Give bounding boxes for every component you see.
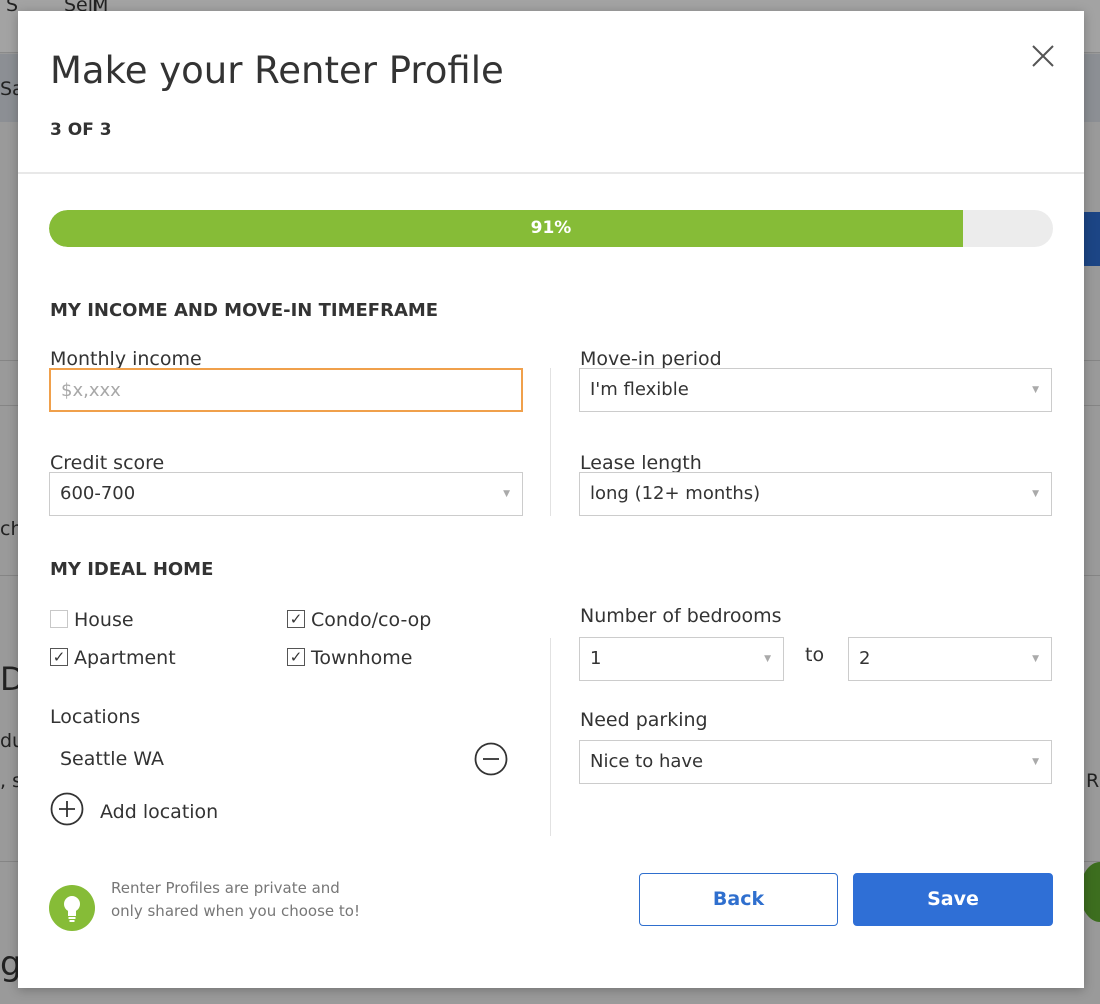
parking-label: Need parking — [580, 709, 708, 731]
apartment-checkbox[interactable]: ✓ Apartment — [50, 647, 176, 669]
condo-label: Condo/co-op — [311, 609, 432, 631]
parking-select[interactable]: Nice to have ▼ — [579, 740, 1052, 784]
bedrooms-max-value: 2 — [859, 648, 871, 669]
privacy-tip-line: only shared when you choose to! — [111, 902, 360, 920]
bedrooms-range-separator: to — [805, 644, 825, 666]
location-item: Seattle WA — [60, 748, 165, 770]
lease-length-label: Lease length — [580, 452, 702, 474]
ideal-home-section-heading: MY IDEAL HOME — [50, 559, 214, 580]
chevron-down-icon: ▼ — [1032, 489, 1039, 499]
add-location-link[interactable]: Add location — [100, 801, 218, 823]
move-in-period-value: I'm flexible — [590, 379, 689, 400]
income-section-heading: MY INCOME AND MOVE-IN TIMEFRAME — [50, 300, 439, 321]
chevron-down-icon: ▼ — [1032, 385, 1039, 395]
privacy-tip-line: Renter Profiles are private and — [111, 879, 340, 897]
townhome-checkbox[interactable]: ✓ Townhome — [287, 647, 412, 669]
checkmark-icon: ✓ — [50, 647, 68, 666]
privacy-tip: Renter Profiles are private and only sha… — [111, 877, 411, 923]
bedrooms-max-select[interactable]: 2 ▼ — [848, 637, 1052, 681]
house-label: House — [74, 609, 134, 631]
column-divider — [550, 638, 551, 836]
apartment-label: Apartment — [74, 647, 176, 669]
move-in-period-label: Move-in period — [580, 348, 722, 370]
save-button[interactable]: Save — [853, 873, 1053, 926]
lightbulb-icon — [49, 885, 95, 931]
modal-title: Make your Renter Profile — [50, 49, 504, 92]
lease-length-select[interactable]: long (12+ months) ▼ — [579, 472, 1052, 516]
credit-score-label: Credit score — [50, 452, 165, 474]
lease-length-value: long (12+ months) — [590, 483, 761, 504]
parking-value: Nice to have — [590, 751, 704, 772]
checkmark-icon: ✓ — [287, 647, 305, 666]
column-divider — [550, 368, 551, 516]
progress-bar: 91% — [49, 210, 1053, 247]
monthly-income-label: Monthly income — [50, 348, 202, 370]
locations-label: Locations — [50, 706, 141, 728]
house-checkbox[interactable]: House — [50, 609, 134, 631]
credit-score-select[interactable]: 600-700 ▼ — [49, 472, 523, 516]
bedrooms-min-value: 1 — [590, 648, 602, 669]
move-in-period-select[interactable]: I'm flexible ▼ — [579, 368, 1052, 412]
chevron-down-icon: ▼ — [764, 654, 771, 664]
background-blue-bar — [1084, 212, 1100, 266]
monthly-income-input[interactable] — [49, 368, 523, 412]
background-text: R — [1086, 770, 1100, 792]
checkbox-icon — [50, 609, 68, 628]
townhome-label: Townhome — [311, 647, 413, 669]
renter-profile-modal: Make your Renter Profile 3 OF 3 91% MY I… — [18, 11, 1084, 988]
credit-score-value: 600-700 — [60, 483, 136, 504]
checkmark-icon: ✓ — [287, 609, 305, 628]
progress-label: 91% — [530, 218, 572, 238]
remove-location-icon[interactable] — [474, 742, 508, 776]
bedrooms-min-select[interactable]: 1 ▼ — [579, 637, 784, 681]
chevron-down-icon: ▼ — [503, 489, 510, 499]
close-icon[interactable] — [1028, 41, 1058, 71]
header-divider — [18, 172, 1084, 174]
back-button[interactable]: Back — [639, 873, 838, 926]
add-location-icon[interactable] — [50, 792, 84, 826]
condo-checkbox[interactable]: ✓ Condo/co-op — [287, 609, 431, 631]
chevron-down-icon: ▼ — [1032, 757, 1039, 767]
chevron-down-icon: ▼ — [1032, 654, 1039, 664]
step-indicator: 3 OF 3 — [50, 120, 112, 140]
bedrooms-label: Number of bedrooms — [580, 605, 782, 627]
